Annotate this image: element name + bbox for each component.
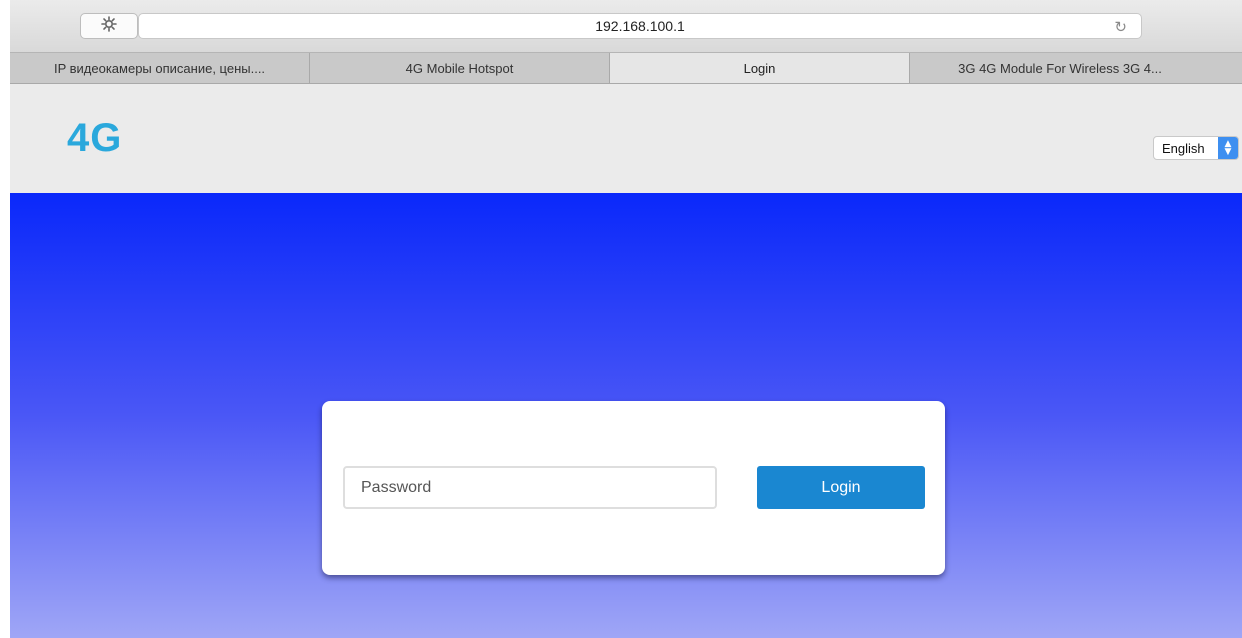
tab-bar: IP видеокамеры описание, цены.... 4G Mob… bbox=[10, 52, 1242, 84]
login-button[interactable]: Login bbox=[757, 466, 925, 509]
brand-logo: 4G bbox=[67, 116, 123, 160]
tab-3g-4g-module[interactable]: 3G 4G Module For Wireless 3G 4... bbox=[910, 53, 1242, 83]
tab-label: 4G Mobile Hotspot bbox=[405, 60, 514, 76]
tab-login[interactable]: Login bbox=[610, 53, 910, 83]
page-header: 4G English ▲ ▼ bbox=[10, 84, 1242, 193]
tab-4g-mobile-hotspot[interactable]: 4G Mobile Hotspot bbox=[310, 53, 610, 83]
tab-label: Login bbox=[743, 60, 776, 76]
browser-toolbar: 192.168.100.1 ↻ bbox=[10, 0, 1242, 52]
gear-bug-icon bbox=[101, 15, 117, 37]
reload-icon[interactable]: ↻ bbox=[1114, 18, 1127, 36]
login-background: Login bbox=[10, 193, 1242, 638]
extension-button[interactable] bbox=[80, 13, 138, 39]
tab-label: 3G 4G Module For Wireless 3G 4... bbox=[958, 60, 1162, 76]
language-select[interactable]: English ▲ ▼ bbox=[1153, 136, 1239, 160]
select-arrows-icon: ▲ ▼ bbox=[1218, 137, 1238, 159]
address-bar[interactable]: 192.168.100.1 ↻ bbox=[138, 13, 1142, 39]
password-input[interactable] bbox=[343, 466, 717, 509]
login-card: Login bbox=[322, 401, 945, 575]
address-text: 192.168.100.1 bbox=[595, 18, 685, 34]
tab-ip-cameras[interactable]: IP видеокамеры описание, цены.... bbox=[10, 53, 310, 83]
language-selected: English bbox=[1162, 140, 1205, 156]
tab-label: IP видеокамеры описание, цены.... bbox=[53, 60, 266, 76]
web-page: 4G English ▲ ▼ Login bbox=[10, 84, 1242, 638]
